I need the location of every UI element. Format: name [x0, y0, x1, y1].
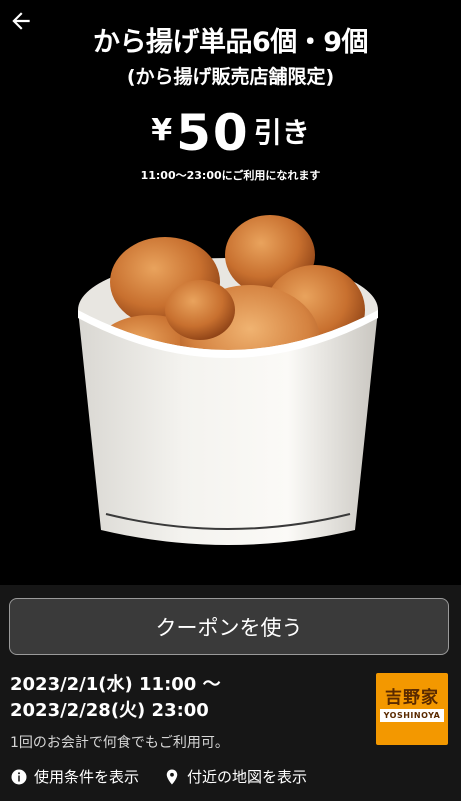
price-currency: ¥	[151, 113, 173, 148]
coupon-hero: から揚げ単品6個・9個 (から揚げ販売店舗限定) ¥50 引き 11:00〜23:…	[0, 0, 461, 585]
show-terms-label: 使用条件を表示	[34, 768, 140, 786]
show-terms-link[interactable]: 使用条件を表示	[10, 766, 139, 787]
coupon-details: クーポンを使う 2023/2/1(水) 11:00 〜 2023/2/28(火)…	[0, 585, 461, 801]
available-hours: 11:00〜23:00にご利用になれます	[140, 169, 321, 182]
show-map-label: 付近の地図を表示	[187, 768, 308, 786]
period-start: 2023/2/1(水) 11:00 〜	[10, 674, 221, 695]
coupon-title: から揚げ単品6個・9個	[92, 27, 369, 58]
discount-price: ¥50 引き	[0, 104, 461, 162]
use-coupon-button[interactable]: クーポンを使う	[9, 598, 449, 655]
coupon-subtitle: (から揚げ販売店舗限定)	[126, 66, 335, 88]
usage-note: 1回のお会計で何食でもご利用可。	[10, 735, 229, 751]
info-icon	[11, 769, 27, 784]
price-suffix: 引き	[253, 116, 310, 149]
logo-band: YOSHINOYA	[380, 709, 444, 722]
yoshinoya-logo: 吉野家 YOSHINOYA	[376, 673, 448, 745]
footer-links: 使用条件を表示 付近の地図を表示	[10, 766, 451, 787]
karaage-bucket-image	[78, 215, 378, 545]
price-amount: 50	[176, 104, 250, 162]
location-pin-icon	[166, 769, 178, 784]
period-end: 2023/2/28(火) 23:00	[10, 700, 209, 721]
logo-kanji: 吉野家	[385, 688, 439, 708]
valid-period: 2023/2/1(水) 11:00 〜 2023/2/28(火) 23:00	[10, 672, 221, 724]
show-map-link[interactable]: 付近の地図を表示	[163, 766, 307, 787]
